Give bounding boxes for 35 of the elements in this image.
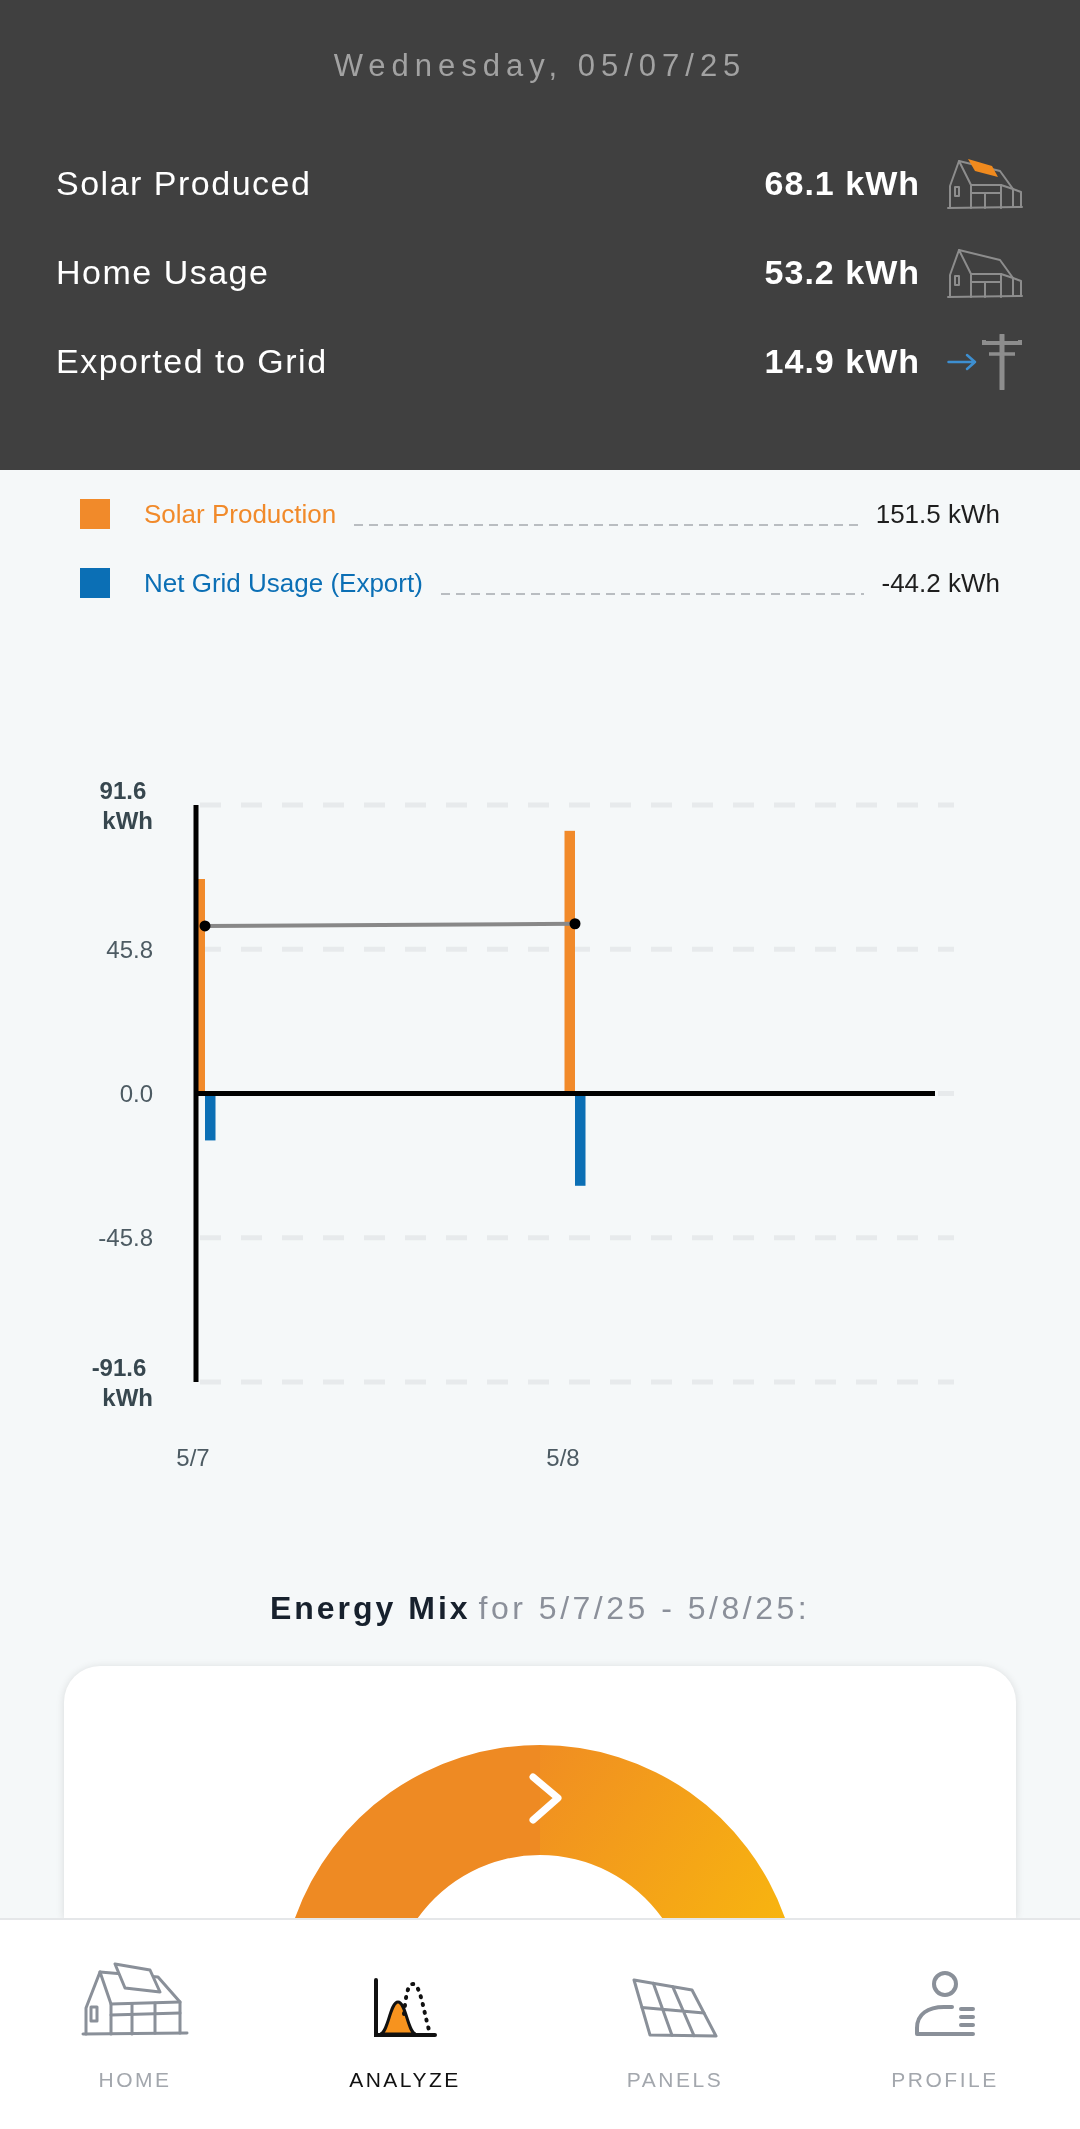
data-point [569, 918, 581, 930]
house-solar-panel-icon [80, 1962, 190, 2038]
profile-icon [914, 1970, 976, 2038]
house-icon [947, 246, 1023, 299]
stat-label: Solar Produced [56, 164, 313, 203]
legend-label: Net Grid Usage (Export) [144, 567, 423, 599]
axis-label: 5/7 [176, 1444, 210, 1471]
axis-label: -45.8 [98, 1224, 153, 1252]
nav-tab[interactable]: ANALYZE [270, 1920, 540, 2129]
stat-value: 14.9 kWh [764, 342, 920, 381]
power-pole-icon [980, 333, 1024, 390]
axis-label: 0.0 [119, 1080, 153, 1107]
data-point [199, 920, 211, 932]
legend-label: Solar Production [144, 498, 337, 530]
stat-label: Home Usage [56, 253, 271, 292]
stat-value: 53.2 kWh [764, 253, 920, 292]
arrow-right-icon [947, 352, 977, 371]
legend-value: 151.5 kWh [875, 498, 1000, 530]
house-solar-panel-icon [947, 157, 1023, 210]
chart-curve-icon [372, 1978, 438, 2038]
axis-label: 91.6 kWh [99, 776, 153, 834]
nav-tab[interactable]: PANELS [540, 1920, 810, 2129]
legend-value: -44.2 kWh [881, 567, 1000, 599]
stat-label: Exported to Grid [56, 342, 329, 381]
section-title: Energy Mix [269, 1590, 471, 1626]
axis-label: -91.6 kWh [91, 1353, 153, 1411]
chevron-right-icon[interactable] [529, 1773, 562, 1824]
date-range-label: for 5/7/25 - 5/8/25: [478, 1590, 811, 1626]
date-label: Wednesday, 05/07/25 [333, 47, 747, 85]
solar-panel-icon [632, 1978, 718, 2038]
axis-label: 5/8 [546, 1444, 580, 1471]
nav-tab[interactable]: PROFILE [810, 1920, 1080, 2129]
nav-tab[interactable]: HOME [0, 1920, 270, 2129]
stat-value: 68.1 kWh [764, 164, 920, 203]
axis-label: 45.8 [106, 935, 153, 963]
